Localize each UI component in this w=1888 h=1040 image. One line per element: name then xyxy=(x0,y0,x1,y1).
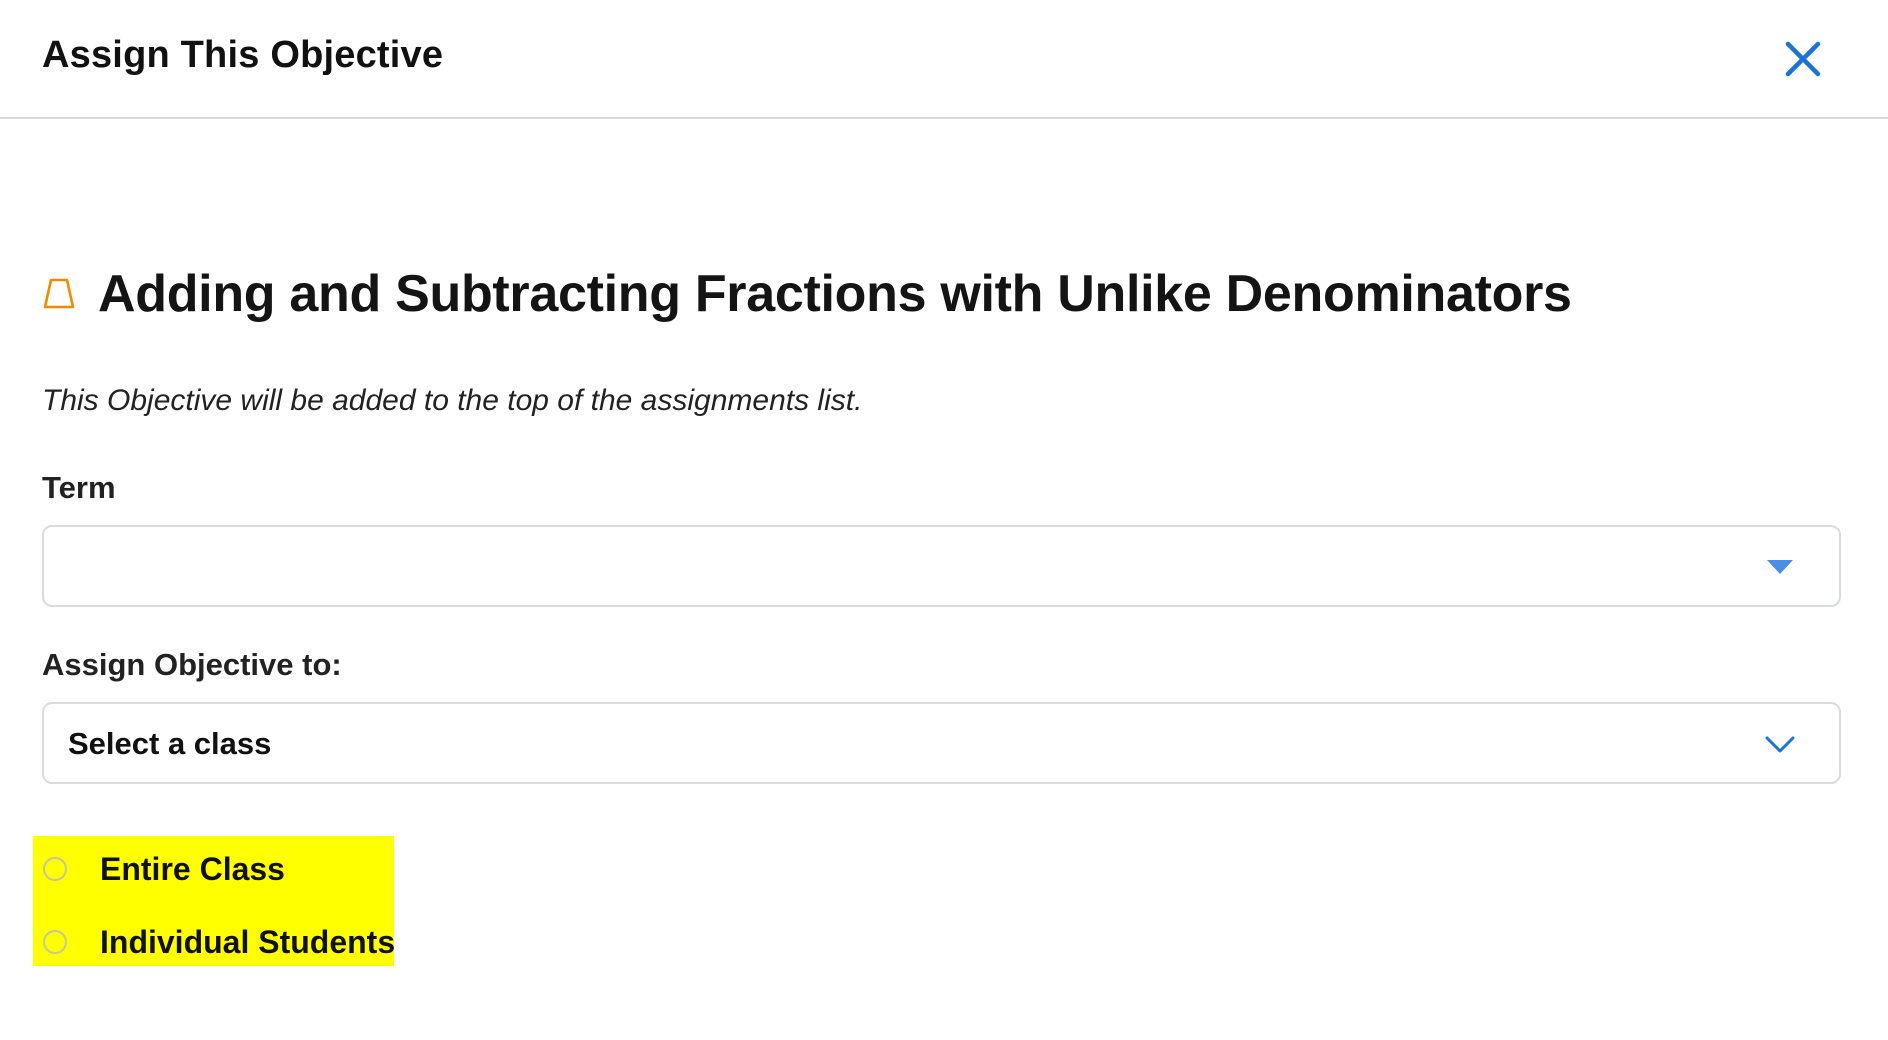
modal-title: Assign This Objective xyxy=(42,34,444,76)
class-select-value: Select a class xyxy=(68,726,272,761)
term-label: Term xyxy=(42,470,116,505)
close-icon xyxy=(1785,41,1821,77)
objective-description: This Objective will be added to the top … xyxy=(42,384,863,417)
objective-title: Adding and Subtracting Fractions with Un… xyxy=(98,265,1572,323)
trapezoid-outline-icon xyxy=(43,278,75,309)
assign-objective-label: Assign Objective to: xyxy=(42,647,342,682)
modal-header: Assign This Objective xyxy=(0,0,1888,119)
radio-label: Entire Class xyxy=(100,850,285,887)
radio-option-entire-class[interactable]: Entire Class xyxy=(33,844,285,894)
assign-mode-radio-group: Entire Class Individual Students xyxy=(33,836,395,967)
term-select[interactable] xyxy=(42,525,1841,607)
radio-label: Individual Students xyxy=(100,923,396,960)
radio-button[interactable] xyxy=(43,857,67,881)
class-select[interactable]: Select a class xyxy=(42,702,1841,784)
radio-button[interactable] xyxy=(43,930,67,954)
close-button[interactable] xyxy=(1780,36,1826,82)
radio-option-individual-students[interactable]: Individual Students xyxy=(33,917,395,967)
chevron-down-icon xyxy=(1765,736,1795,753)
objective-heading: Adding and Subtracting Fractions with Un… xyxy=(42,262,1572,326)
caret-down-icon xyxy=(1767,560,1793,574)
